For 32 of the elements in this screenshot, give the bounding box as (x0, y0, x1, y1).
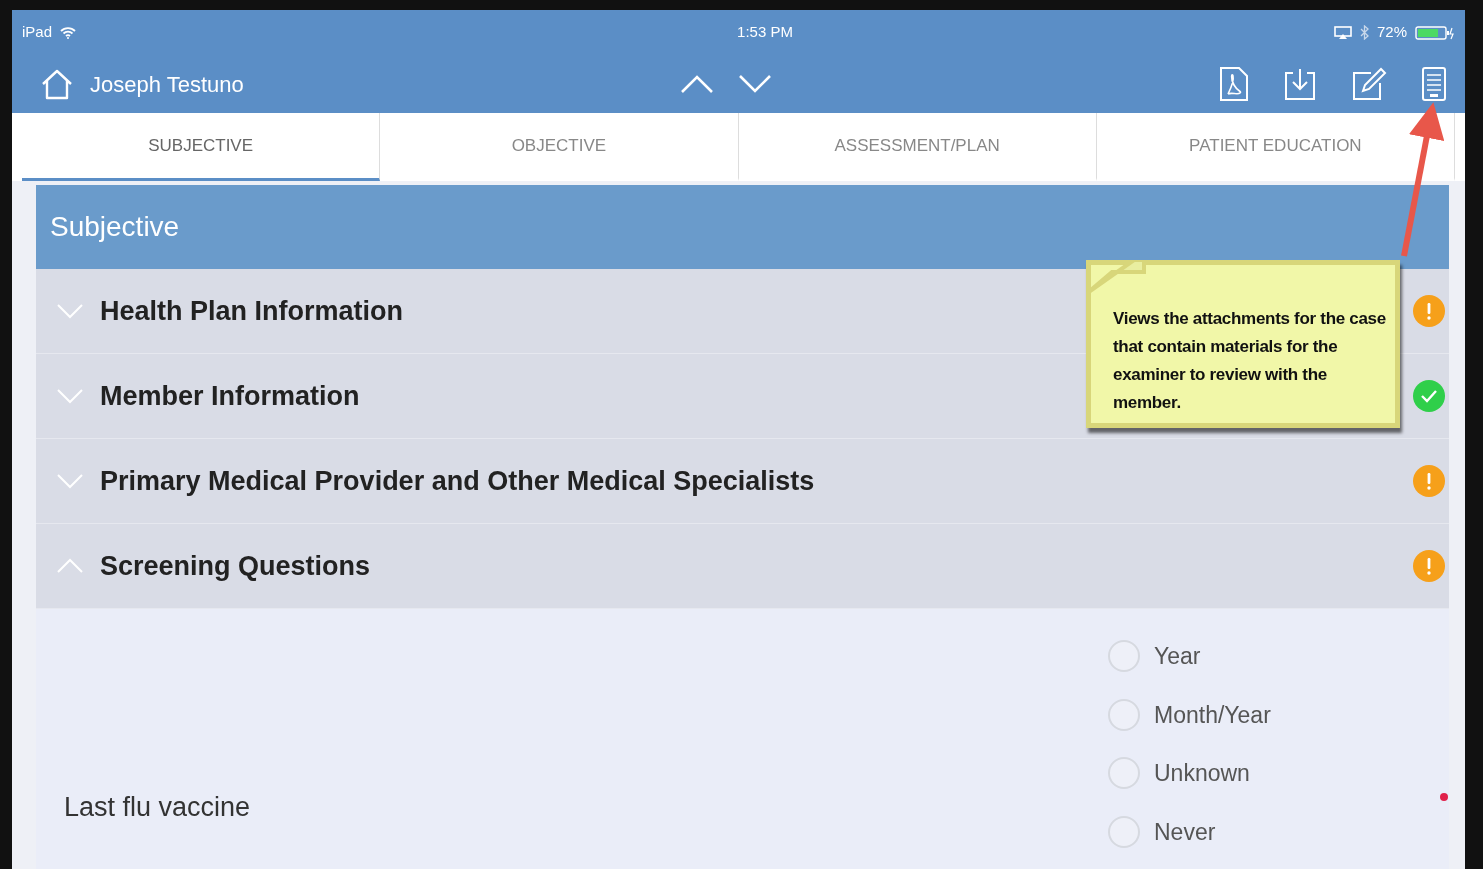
accordion-title: Primary Medical Provider and Other Medical Specialists (100, 464, 815, 498)
accordion-title: Health Plan Information (100, 294, 404, 328)
chevron-up-icon[interactable] (680, 74, 714, 94)
battery-percent: 72% (1376, 22, 1407, 43)
home-icon[interactable] (40, 68, 74, 100)
radio-button[interactable] (1108, 815, 1140, 848)
pdf-document-icon[interactable] (1219, 66, 1249, 102)
clock-time: 1:53 PM (737, 22, 793, 43)
option-label[interactable]: Year (1154, 639, 1201, 674)
radio-button[interactable] (1108, 640, 1140, 673)
accordion-header[interactable]: Screening Questions (36, 524, 1449, 609)
question-label: Last flu vaccine (64, 791, 251, 824)
airplay-icon (1333, 25, 1352, 40)
option-label[interactable]: Never (1154, 814, 1216, 849)
bluetooth-icon (1359, 25, 1369, 40)
accordion-title: Screening Questions (100, 549, 371, 583)
tab[interactable]: SUBJECTIVE (22, 113, 381, 181)
section-title: Subjective (50, 210, 180, 244)
option-label[interactable]: Month/Year (1154, 697, 1271, 732)
device-name: iPad (22, 22, 53, 43)
option-label[interactable]: Unknown (1154, 756, 1250, 791)
accordion-title: Member Information (100, 379, 360, 413)
battery-icon (1415, 25, 1455, 40)
download-box-icon[interactable] (1283, 67, 1317, 101)
attachment-document-icon[interactable] (1421, 66, 1447, 102)
chevron-down-icon[interactable] (738, 74, 772, 94)
patient-name: Joseph Testuno (90, 70, 244, 99)
radio-button[interactable] (1108, 757, 1140, 790)
edit-icon[interactable] (1351, 67, 1387, 101)
wifi-icon (60, 26, 77, 39)
radio-button[interactable] (1108, 698, 1140, 731)
accordion-header[interactable]: Primary Medical Provider and Other Medical Specialists (36, 439, 1449, 524)
